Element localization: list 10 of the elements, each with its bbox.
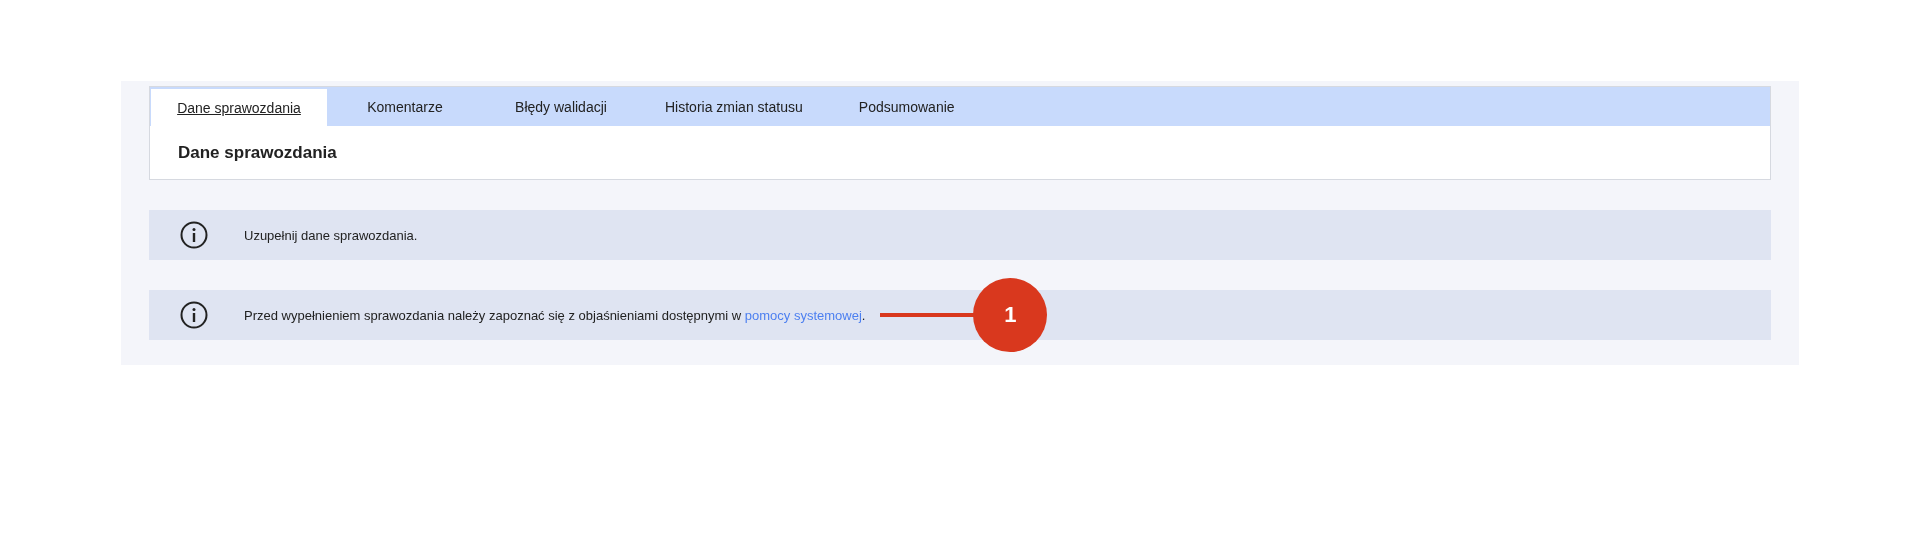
tab[interactable]: Historia zmian statusu xyxy=(639,87,829,126)
tab[interactable]: Podsumowanie xyxy=(828,87,985,126)
section-title: Dane sprawozdania xyxy=(178,142,337,163)
tab[interactable]: Dane sprawozdania xyxy=(151,89,327,126)
tab[interactable]: Błędy walidacji xyxy=(483,87,639,126)
tab[interactable]: Komentarze xyxy=(327,87,483,126)
info-icon xyxy=(180,221,208,249)
callout-badge: 1 xyxy=(973,278,1048,352)
message-text: Uzupełnij dane sprawozdania. xyxy=(244,227,418,243)
info-icon xyxy=(180,301,208,329)
